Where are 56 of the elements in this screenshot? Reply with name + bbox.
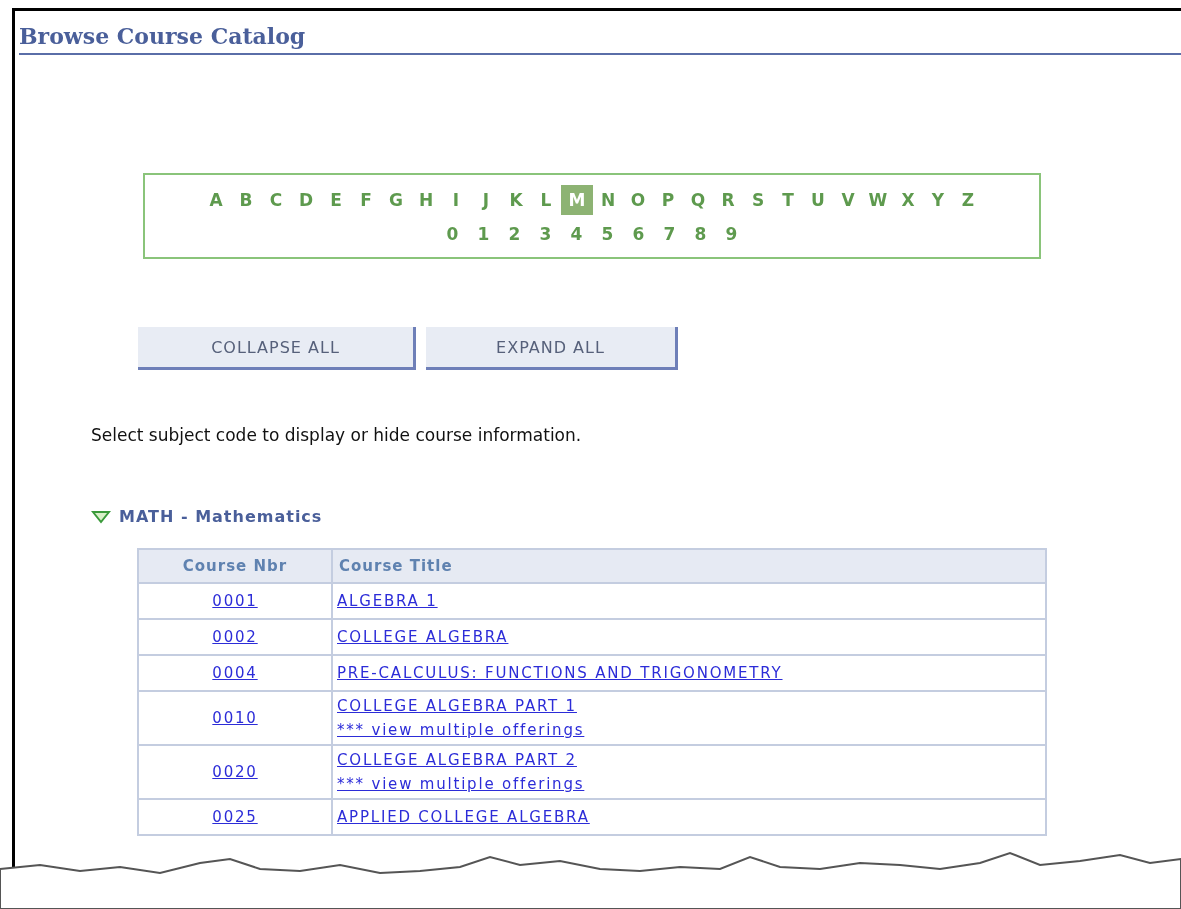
letter-link[interactable]: U: [803, 185, 833, 215]
offerings-link[interactable]: *** view multiple offerings: [337, 718, 585, 742]
letter-link[interactable]: M: [561, 185, 593, 215]
letter-link[interactable]: 7: [654, 221, 685, 247]
page-title: Browse Course Catalog: [19, 23, 1181, 55]
course-title-link[interactable]: ALGEBRA 1: [337, 589, 438, 613]
letter-link[interactable]: F: [351, 185, 381, 215]
letter-link[interactable]: B: [231, 185, 261, 215]
letter-link[interactable]: K: [501, 185, 531, 215]
letter-link[interactable]: V: [833, 185, 863, 215]
course-title-link[interactable]: COLLEGE ALGEBRA PART 2: [337, 748, 577, 772]
letter-link[interactable]: J: [471, 185, 501, 215]
letter-link[interactable]: S: [743, 185, 773, 215]
letter-link[interactable]: H: [411, 185, 441, 215]
letter-link[interactable]: N: [593, 185, 623, 215]
letter-link[interactable]: G: [381, 185, 411, 215]
subject-link[interactable]: MATH - Mathematics: [119, 507, 323, 526]
letter-link[interactable]: Y: [923, 185, 953, 215]
letter-link[interactable]: 3: [530, 221, 561, 247]
expand-all-button[interactable]: EXPAND ALL: [426, 327, 678, 370]
column-header: Course Nbr: [138, 549, 332, 583]
triangle-down-icon[interactable]: [91, 509, 111, 524]
letter-link[interactable]: W: [863, 185, 893, 215]
letter-link[interactable]: 6: [623, 221, 654, 247]
letter-link[interactable]: 0: [437, 221, 468, 247]
letter-link[interactable]: E: [321, 185, 351, 215]
letter-link[interactable]: 8: [685, 221, 716, 247]
course-title-link[interactable]: COLLEGE ALGEBRA: [337, 625, 509, 649]
letter-link[interactable]: T: [773, 185, 803, 215]
letter-link[interactable]: Z: [953, 185, 983, 215]
letter-link[interactable]: X: [893, 185, 923, 215]
course-number-link[interactable]: 0004: [212, 661, 258, 685]
column-header: Course Title: [332, 549, 1046, 583]
course-number-link[interactable]: 0010: [212, 706, 258, 730]
instruction-text: Select subject code to display or hide course information.: [91, 425, 583, 445]
letter-link[interactable]: 4: [561, 221, 592, 247]
course-number-link[interactable]: 0001: [212, 589, 258, 613]
letter-link[interactable]: P: [653, 185, 683, 215]
letter-link[interactable]: 9: [716, 221, 747, 247]
letter-link[interactable]: L: [531, 185, 561, 215]
letter-link[interactable]: C: [261, 185, 291, 215]
letter-link[interactable]: A: [201, 185, 231, 215]
letter-link[interactable]: I: [441, 185, 471, 215]
offerings-link[interactable]: *** view multiple offerings: [337, 772, 585, 796]
collapse-all-button[interactable]: COLLAPSE ALL: [138, 327, 416, 370]
letter-link[interactable]: 2: [499, 221, 530, 247]
letter-link[interactable]: Q: [683, 185, 713, 215]
letter-link[interactable]: D: [291, 185, 321, 215]
course-number-link[interactable]: 0025: [212, 805, 258, 829]
course-number-link[interactable]: 0020: [212, 760, 258, 784]
letter-link[interactable]: O: [623, 185, 653, 215]
course-number-link[interactable]: 0002: [212, 625, 258, 649]
letter-link[interactable]: 5: [592, 221, 623, 247]
letter-link[interactable]: R: [713, 185, 743, 215]
letter-link[interactable]: 1: [468, 221, 499, 247]
course-title-link[interactable]: COLLEGE ALGEBRA PART 1: [337, 694, 577, 718]
